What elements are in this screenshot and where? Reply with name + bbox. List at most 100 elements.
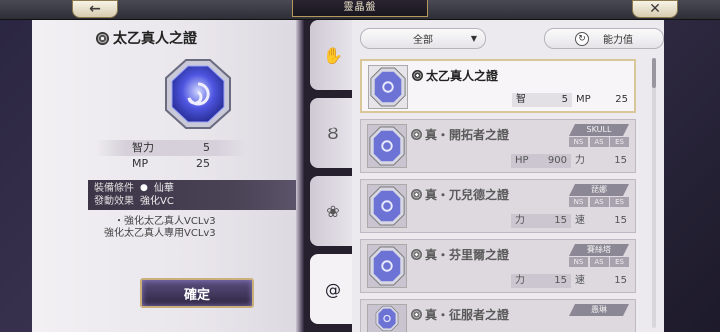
effect-value: 強化VC [140, 196, 174, 207]
item-name: 太乙真人之證 [113, 31, 197, 47]
chevron-down-icon: ▼ [470, 34, 477, 43]
character-tag: 琵娜 [569, 184, 629, 196]
gem-thumb-icon [367, 304, 407, 332]
item-list-panel: 全部 ▼ ↻ 能力值 太乙真人之證 智 5 MP 25 真・開拓者之證 SKULL … [352, 20, 664, 332]
emblem-icon [96, 31, 109, 45]
stat-value: 15 [614, 215, 627, 226]
spiral-icon: @ [325, 279, 341, 299]
stat-label: HP [515, 155, 529, 166]
stat-value: 25 [196, 157, 210, 170]
scroll-thumb[interactable] [652, 58, 656, 88]
card-title: 真・兀兒德之證 [411, 186, 509, 203]
emblem-icon [411, 249, 422, 260]
item-stats: 智力 5 MP 25 [96, 140, 246, 172]
item-title: 太乙真人之證 [96, 28, 197, 48]
card-title: 真・開拓者之證 [411, 126, 509, 143]
character-tag: SKULL [569, 124, 629, 136]
stat-label: 智 [516, 94, 526, 105]
equip-info: 裝備條件 ● 仙華 發動效果 強化VC [88, 180, 298, 210]
back-button[interactable]: ← [72, 0, 118, 18]
type-badge: AS [589, 197, 609, 207]
swirl-icon: Ȣ [327, 123, 339, 143]
item-card[interactable]: 真・兀兒德之證 琵娜 NS AS ES 力 15 速 15 [360, 179, 636, 233]
page-title: 靈晶盤 [292, 0, 428, 17]
emblem-icon [411, 309, 422, 320]
effect-label: 發動效果 [94, 196, 134, 207]
stat-label: MP [576, 94, 591, 105]
stat-label: 力 [515, 275, 525, 286]
crystal-gem-icon [165, 59, 231, 129]
stat-label: MP [132, 157, 149, 170]
stat-label: 智力 [132, 141, 154, 154]
tab-category-4[interactable]: @ [310, 254, 356, 324]
stat-label: 力 [515, 215, 525, 226]
effect-list: ・強化太乙真人VCLv3 強化太乙真人專用VCLv3 [104, 216, 216, 240]
stat-value: 5 [561, 94, 568, 105]
stat-value: 25 [615, 94, 628, 105]
card-title: 太乙真人之證 [412, 67, 498, 84]
stat-label: 速 [575, 215, 585, 226]
stat-value: 15 [554, 215, 567, 226]
gem-thumb-icon [367, 184, 407, 228]
refresh-icon: ↻ [575, 31, 589, 46]
card-name: 真・兀兒德之證 [425, 188, 510, 202]
filter-dropdown[interactable]: 全部 ▼ [360, 28, 486, 49]
stat-row: 智力 5 [96, 140, 246, 156]
type-badge: NS [569, 197, 588, 207]
rune-icon: ✋ [323, 45, 343, 65]
gem-thumb-icon [368, 65, 408, 109]
stat-value: 15 [614, 275, 627, 286]
effect-line: 強化太乙真人專用VCLv3 [104, 228, 216, 239]
sort-label: 能力值 [603, 35, 633, 46]
stat-value: 15 [554, 275, 567, 286]
type-badge: AS [589, 137, 609, 147]
item-card[interactable]: 真・開拓者之證 SKULL NS AS ES HP 900 力 15 [360, 119, 636, 173]
stat-label: 力 [575, 155, 585, 166]
tab-category-2[interactable]: Ȣ [310, 98, 356, 168]
item-card[interactable]: 太乙真人之證 智 5 MP 25 [360, 59, 636, 113]
stat-value: 15 [614, 155, 627, 166]
card-name: 太乙真人之證 [426, 69, 499, 83]
card-title: 真・征服者之證 [411, 306, 509, 323]
gem-thumb-icon [367, 124, 407, 168]
type-badge: ES [610, 257, 629, 267]
type-badge: NS [569, 137, 588, 147]
sort-button[interactable]: ↻ 能力值 [544, 28, 664, 49]
type-badge: NS [569, 257, 588, 267]
type-badges: NS AS ES [569, 137, 629, 147]
equip-value: 仙華 [153, 183, 174, 194]
card-stats: 智 5 MP 25 [512, 93, 632, 107]
filter-value: 全部 [413, 35, 433, 46]
character-tag: 愚琳 [569, 304, 629, 316]
card-name: 真・征服者之證 [425, 308, 510, 322]
scrollbar[interactable] [652, 58, 656, 328]
type-badges: NS AS ES [569, 257, 629, 267]
tab-category-1[interactable]: ✋ [310, 20, 356, 90]
card-stats: 力 15 速 15 [511, 274, 631, 288]
close-icon: ✕ [649, 1, 661, 17]
confirm-button[interactable]: 確定 [140, 278, 254, 308]
gem-thumb-icon [367, 244, 407, 288]
stat-label: 速 [575, 275, 585, 286]
flower-icon: ❀ [326, 201, 340, 221]
emblem-icon [411, 189, 422, 200]
card-name: 真・芬里爾之證 [425, 248, 510, 262]
type-badge: ES [610, 137, 629, 147]
tab-category-3[interactable]: ❀ [310, 176, 356, 246]
character-tag: 賽絲塔 [569, 244, 629, 256]
type-badge: ES [610, 197, 629, 207]
card-title: 真・芬里爾之證 [411, 246, 509, 263]
effect-line: ・強化太乙真人VCLv3 [114, 216, 216, 227]
type-badge: AS [589, 257, 609, 267]
stat-value: 5 [203, 141, 210, 154]
card-name: 真・開拓者之證 [425, 128, 510, 142]
type-badges: NS AS ES [569, 197, 629, 207]
close-button[interactable]: ✕ [632, 0, 678, 18]
category-tabs: ✋ Ȣ ❀ @ [304, 20, 356, 332]
card-stats: 力 15 速 15 [511, 214, 631, 228]
item-card[interactable]: 真・芬里爾之證 賽絲塔 NS AS ES 力 15 速 15 [360, 239, 636, 293]
item-card[interactable]: 真・征服者之證 愚琳 [360, 299, 636, 332]
back-arrow-icon: ← [89, 1, 101, 17]
equip-label: 裝備條件 [94, 183, 134, 194]
stat-row: MP 25 [96, 156, 246, 172]
